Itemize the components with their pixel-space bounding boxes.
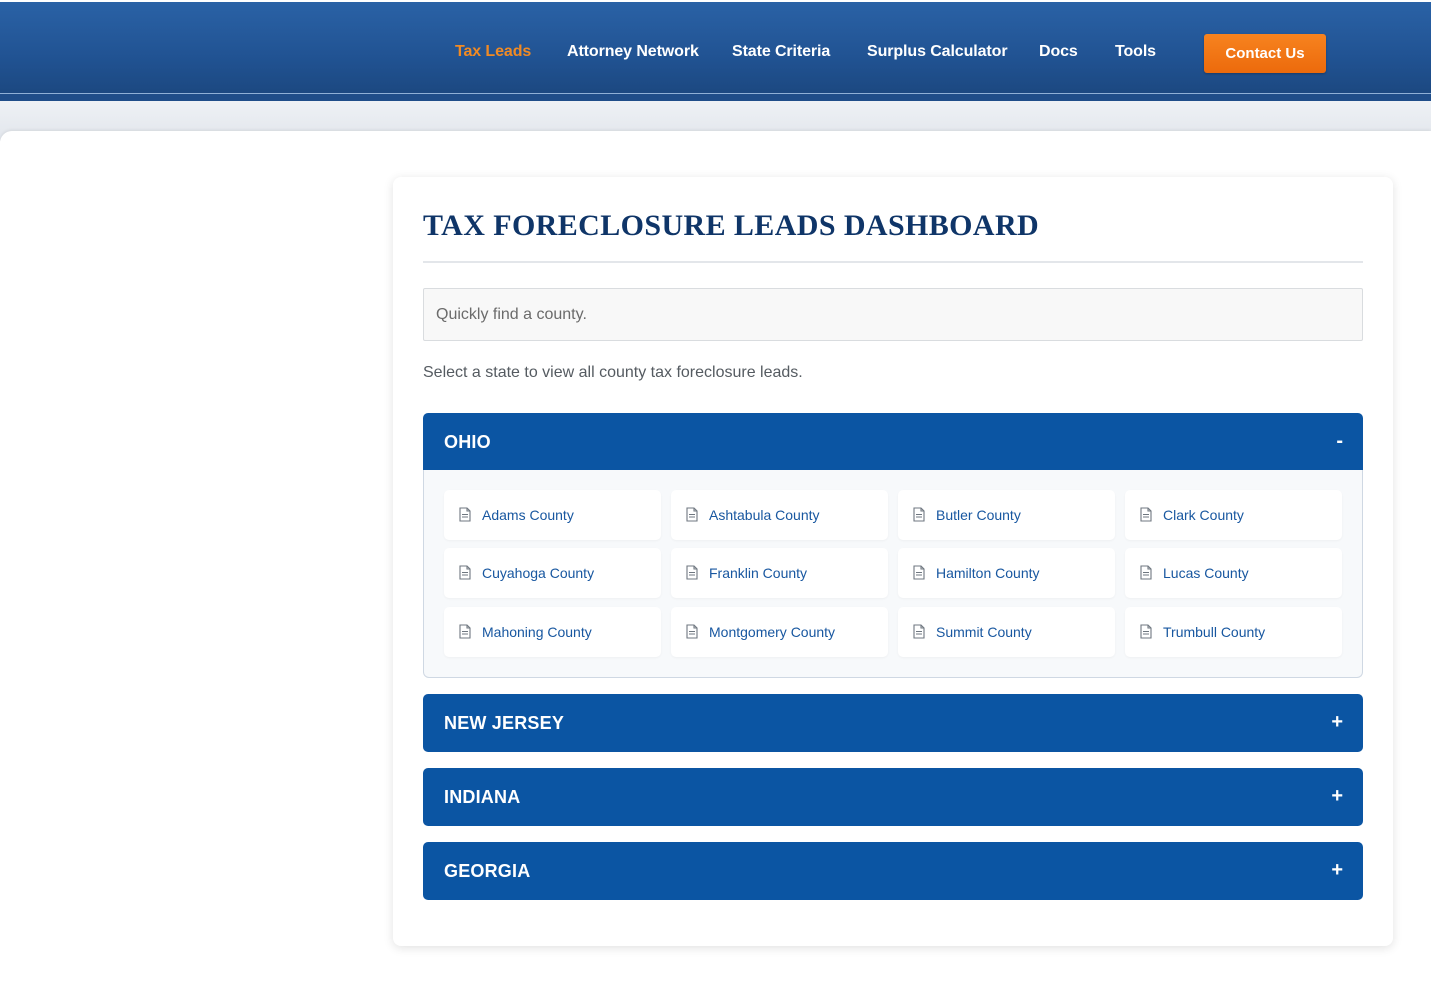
document-icon [686, 624, 698, 639]
document-icon [686, 565, 698, 580]
title-divider [423, 261, 1363, 263]
county-link[interactable]: Adams County [444, 490, 661, 540]
site-header: Tax Leads Attorney Network State Criteri… [0, 0, 1431, 103]
state-header-georgia[interactable]: GEORGIA + [423, 842, 1363, 900]
state-header-indiana[interactable]: INDIANA + [423, 768, 1363, 826]
document-icon [1140, 624, 1152, 639]
document-icon [459, 565, 471, 580]
county-link[interactable]: Ashtabula County [671, 490, 888, 540]
contact-us-button[interactable]: Contact Us [1204, 34, 1326, 73]
county-name: Montgomery County [709, 624, 836, 640]
page-title: TAX FORECLOSURE LEADS DASHBOARD [423, 209, 1040, 242]
county-name: Ashtabula County [709, 507, 820, 523]
county-name: Clark County [1163, 507, 1244, 523]
document-icon [459, 507, 471, 522]
county-link[interactable]: Butler County [898, 490, 1115, 540]
county-name: Butler County [936, 507, 1021, 523]
nav-surplus-calculator[interactable]: Surplus Calculator [867, 43, 1008, 61]
nav-tax-leads[interactable]: Tax Leads [455, 43, 531, 61]
county-name: Trumbull County [1163, 624, 1266, 640]
county-link[interactable]: Hamilton County [898, 548, 1115, 598]
county-search-input[interactable] [423, 288, 1363, 341]
county-link[interactable]: Summit County [898, 607, 1115, 657]
intro-text: Select a state to view all county tax fo… [423, 364, 803, 381]
county-name: Lucas County [1163, 565, 1249, 581]
state-name: NEW JERSEY [444, 713, 565, 733]
expand-icon[interactable]: + [1331, 859, 1343, 882]
county-link[interactable]: Lucas County [1125, 548, 1342, 598]
collapse-icon[interactable]: - [1336, 430, 1343, 453]
state-name: INDIANA [444, 787, 521, 807]
document-icon [913, 624, 925, 639]
document-icon [913, 507, 925, 522]
expand-icon[interactable]: + [1331, 711, 1343, 734]
county-name: Hamilton County [936, 565, 1040, 581]
county-name: Franklin County [709, 565, 808, 581]
county-name: Adams County [482, 507, 574, 523]
county-link[interactable]: Franklin County [671, 548, 888, 598]
county-name: Cuyahoga County [482, 565, 595, 581]
document-icon [686, 507, 698, 522]
county-link[interactable]: Mahoning County [444, 607, 661, 657]
county-link[interactable]: Trumbull County [1125, 607, 1342, 657]
county-link[interactable]: Clark County [1125, 490, 1342, 540]
state-header-ohio[interactable]: OHIO - [423, 413, 1363, 471]
county-grid-ohio: Adams County Ashtabula County Butler Count… [423, 470, 1363, 678]
county-link[interactable]: Montgomery County [671, 607, 888, 657]
county-link[interactable]: Cuyahoga County [444, 548, 661, 598]
nav-state-criteria[interactable]: State Criteria [732, 43, 830, 61]
state-header-new-jersey[interactable]: NEW JERSEY + [423, 694, 1363, 752]
county-name: Summit County [936, 624, 1032, 640]
nav-tools[interactable]: Tools [1115, 43, 1156, 61]
dashboard-card: TAX FORECLOSURE LEADS DASHBOARD Select a… [393, 177, 1393, 946]
expand-icon[interactable]: + [1331, 785, 1343, 808]
nav-docs[interactable]: Docs [1039, 43, 1078, 61]
nav-attorney-network[interactable]: Attorney Network [567, 43, 699, 61]
state-name: GEORGIA [444, 861, 531, 881]
document-icon [1140, 507, 1152, 522]
county-name: Mahoning County [482, 624, 592, 640]
document-icon [1140, 565, 1152, 580]
document-icon [913, 565, 925, 580]
state-name: OHIO [444, 432, 491, 452]
document-icon [459, 624, 471, 639]
